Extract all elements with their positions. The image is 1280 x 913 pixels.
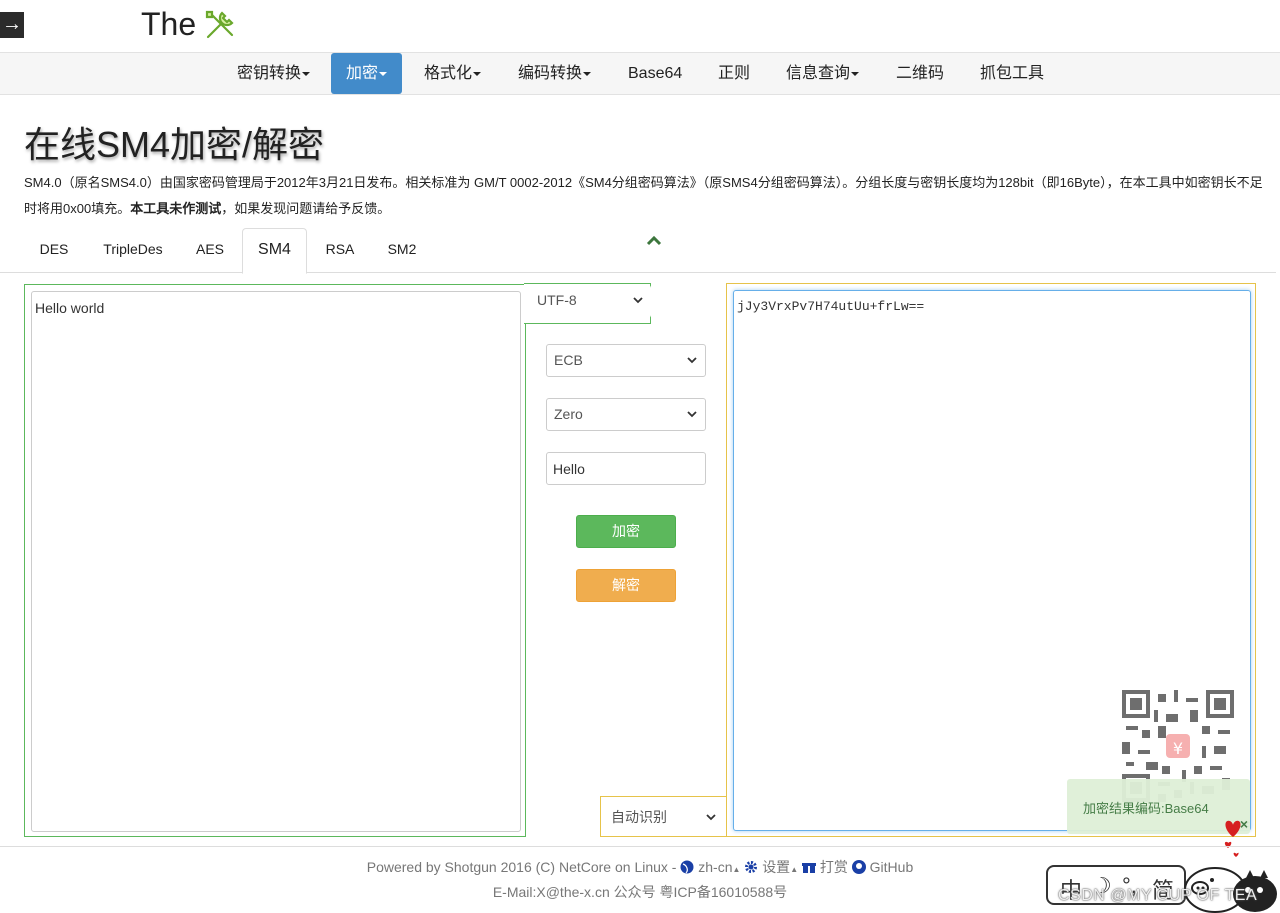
lang-link[interactable]: zh-cn	[698, 859, 732, 875]
tab-sm2[interactable]: SM2	[372, 228, 432, 273]
nav-item-info-query[interactable]: 信息查询	[771, 53, 874, 94]
nav-item-encoding[interactable]: 编码转换	[503, 53, 606, 94]
output-encoding-select[interactable]: 自动识别	[604, 802, 724, 835]
arrow-right-icon[interactable]: →	[0, 12, 24, 38]
nav-item-key-convert[interactable]: 密钥转换	[222, 53, 325, 94]
nav-item-capture-tool[interactable]: 抓包工具	[965, 53, 1059, 94]
globe-icon	[680, 860, 694, 874]
caret-down-icon	[473, 71, 482, 76]
nav-item-regex[interactable]: 正则	[703, 53, 765, 94]
svg-text:¥: ¥	[1173, 739, 1183, 758]
gear-icon	[745, 861, 758, 873]
plaintext-input[interactable]	[31, 291, 521, 832]
page-description: SM4.0（原名SMS4.0）由国家密码管理局于2012年3月21日发布。相关标…	[24, 175, 1263, 216]
charset-select[interactable]: UTF-8	[530, 285, 651, 318]
caret-down-icon	[379, 71, 388, 76]
settings-link[interactable]: 设置	[762, 859, 790, 875]
input-panel	[24, 284, 526, 837]
github-link[interactable]: GitHub	[870, 859, 914, 875]
tools-icon	[206, 10, 234, 38]
tab-sm4[interactable]: SM4	[242, 228, 307, 274]
watermark-text: CSDN @MY CUP OF TEA	[1058, 887, 1258, 904]
top-bar: → The	[0, 0, 1280, 52]
brand-text: The	[141, 6, 197, 42]
caret-down-icon	[583, 71, 592, 76]
tab-tripledes[interactable]: TripleDes	[90, 228, 176, 273]
algorithm-tabs: DES TripleDes AES SM4 RSA SM2	[0, 228, 1276, 274]
chevron-down-icon	[687, 357, 697, 364]
padding-select[interactable]: Zero	[546, 398, 706, 431]
mode-select[interactable]: ECB	[546, 344, 706, 377]
gift-icon	[802, 863, 816, 873]
nav-item-format[interactable]: 格式化	[409, 53, 496, 94]
toast-message: 加密结果编码:Base64	[1083, 801, 1209, 816]
footer-divider	[0, 846, 1280, 847]
tab-rsa[interactable]: RSA	[310, 228, 370, 273]
github-icon	[851, 860, 866, 874]
tab-aes[interactable]: AES	[180, 228, 240, 273]
decrypt-button[interactable]: 解密	[576, 569, 676, 602]
nav-item-encrypt[interactable]: 加密	[331, 53, 403, 94]
encrypt-button[interactable]: 加密	[576, 515, 676, 548]
tab-des[interactable]: DES	[24, 228, 84, 273]
caret-down-icon	[851, 71, 860, 76]
brand-logo[interactable]: The	[141, 6, 238, 43]
main-navbar: 密钥转换 加密 格式化 编码转换 Base64 正则 信息查询 二维码 抓包工具	[0, 52, 1280, 95]
donate-link[interactable]: 打赏	[820, 859, 848, 875]
nav-item-qrcode[interactable]: 二维码	[881, 53, 959, 94]
caret-down-icon	[302, 71, 311, 76]
caret-up-icon: ▲	[790, 865, 799, 874]
chevron-down-icon	[687, 411, 697, 418]
nav-item-base64[interactable]: Base64	[613, 53, 697, 94]
chevron-down-icon	[706, 814, 716, 821]
key-input[interactable]	[546, 452, 706, 485]
chevron-up-icon[interactable]	[646, 234, 662, 246]
page-title: 在线SM4加密/解密	[24, 124, 325, 165]
chevron-down-icon	[633, 297, 643, 304]
caret-up-icon: ▲	[732, 865, 741, 874]
